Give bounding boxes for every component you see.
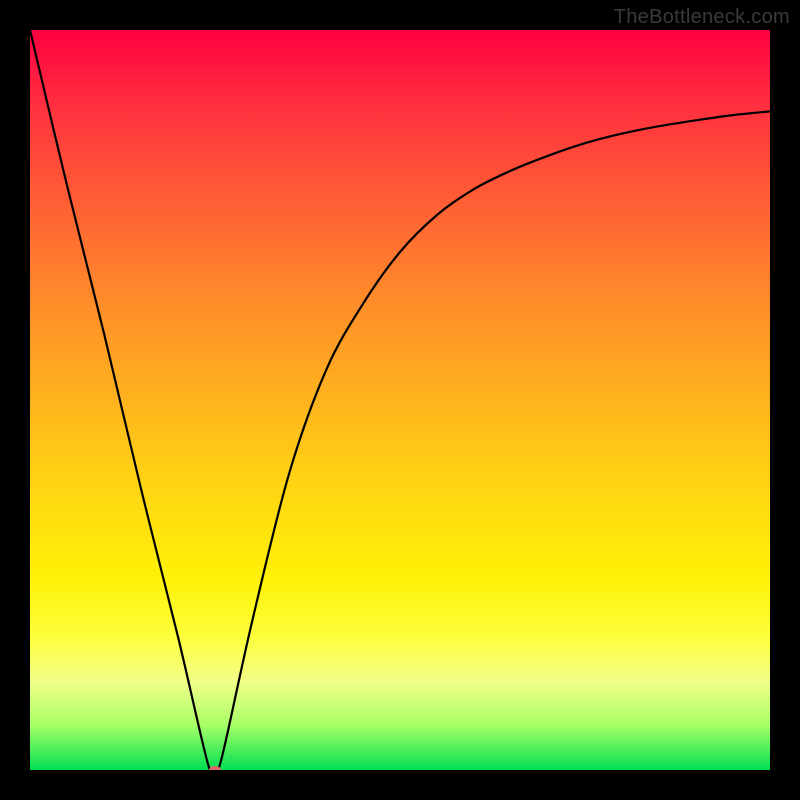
curve-path xyxy=(30,30,770,770)
watermark-text: TheBottleneck.com xyxy=(614,6,790,29)
plot-area xyxy=(30,30,770,770)
chart-frame: TheBottleneck.com xyxy=(0,0,800,800)
bottleneck-curve xyxy=(30,30,770,770)
optimum-marker xyxy=(209,766,221,770)
